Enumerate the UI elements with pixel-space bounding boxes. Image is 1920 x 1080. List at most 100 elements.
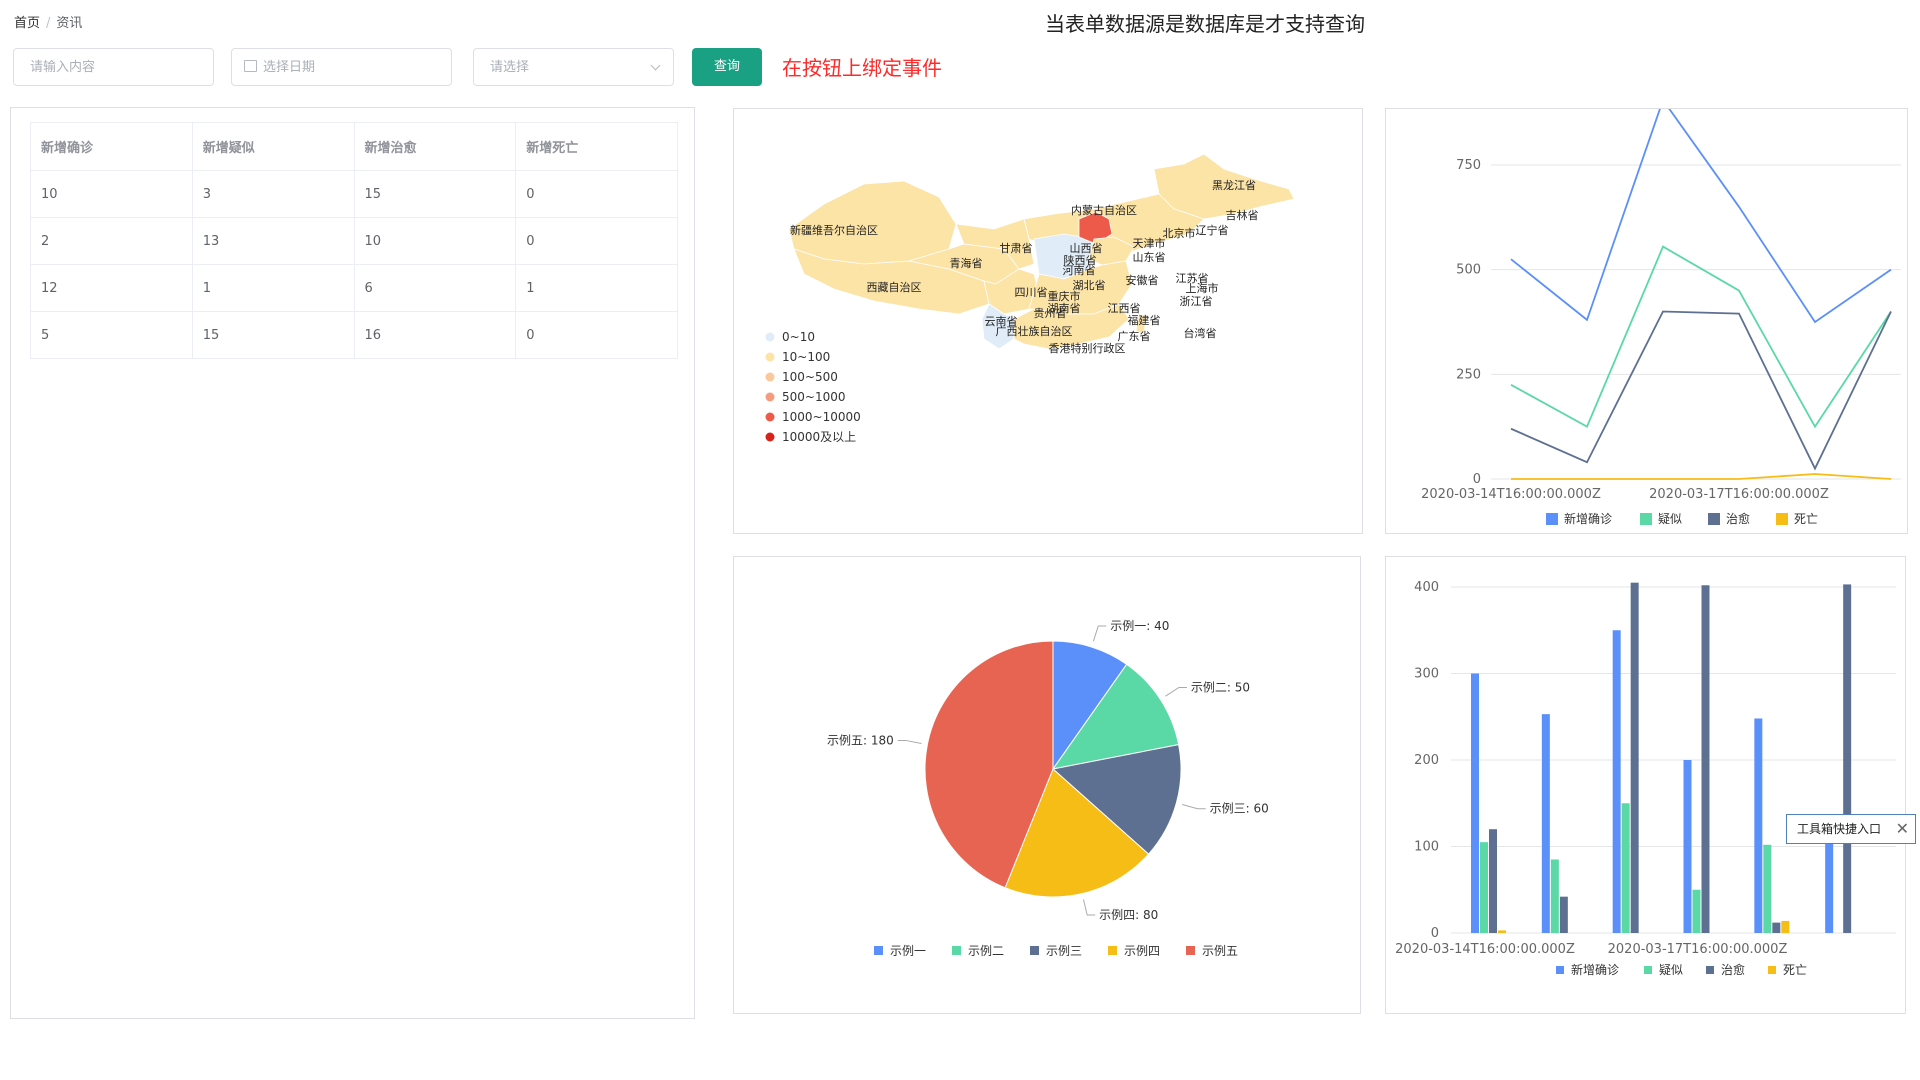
table-cell: 15	[353, 170, 517, 218]
legend-label[interactable]: 新增确诊	[1564, 511, 1612, 526]
legend-label[interactable]: 500~1000	[782, 390, 846, 404]
slice-label-line	[1165, 686, 1187, 697]
bar[interactable]	[1754, 718, 1763, 933]
bar[interactable]	[1692, 889, 1701, 933]
legend-label[interactable]: 100~500	[782, 370, 838, 384]
legend-marker[interactable]	[765, 332, 775, 342]
series-line[interactable]	[1510, 245, 1892, 429]
legend-marker[interactable]	[1706, 966, 1714, 974]
series-line[interactable]	[1510, 310, 1892, 471]
breadcrumb-home[interactable]: 首页	[14, 16, 40, 31]
calendar-icon	[244, 60, 257, 72]
map-label: 河南省	[1063, 264, 1096, 277]
data-table: 新增确诊 新增疑似 新增治愈 新增死亡 10 3 15 0 2 13 10 0 …	[30, 122, 678, 359]
legend-marker[interactable]	[1556, 966, 1564, 974]
bar[interactable]	[1621, 803, 1630, 933]
legend-marker[interactable]	[1644, 966, 1652, 974]
legend-marker[interactable]	[1640, 513, 1652, 525]
legend-label[interactable]: 示例二	[968, 944, 1004, 958]
legend-label[interactable]: 0~10	[782, 330, 815, 344]
legend-marker[interactable]	[1546, 513, 1558, 525]
series-line[interactable]	[1510, 98, 1892, 324]
map-region-xinjiang[interactable]	[788, 180, 957, 265]
y-tick-label: 200	[1414, 753, 1439, 768]
table-row[interactable]: 10 3 15 0	[30, 170, 678, 218]
pie-chart[interactable]: 示例一: 40 示例二: 50 示例三: 60 示例四: 80 示例五: 180 示例一 示…	[734, 557, 1360, 1013]
table-row[interactable]: 12 1 6 1	[30, 264, 678, 312]
legend-marker[interactable]	[874, 946, 883, 955]
bar[interactable]	[1781, 920, 1790, 933]
legend-label[interactable]: 死亡	[1794, 512, 1818, 526]
table-cell: 5	[30, 311, 193, 359]
bar[interactable]	[1559, 896, 1568, 933]
query-button[interactable]: 查询	[692, 48, 762, 86]
legend-marker[interactable]	[1776, 513, 1788, 525]
column-header[interactable]: 新增确诊	[30, 122, 193, 171]
map-label: 香港特别行政区	[1049, 341, 1126, 355]
bar[interactable]	[1843, 584, 1852, 933]
x-tick-label: 2020-03-14T16:00:00.000Z	[1395, 942, 1575, 957]
table-panel: 新增确诊 新增疑似 新增治愈 新增死亡 10 3 15 0 2 13 10 0 …	[10, 107, 695, 1019]
legend-marker[interactable]	[765, 432, 775, 442]
bar[interactable]	[1612, 630, 1621, 933]
legend-label[interactable]: 治愈	[1721, 962, 1745, 977]
map-label: 山东省	[1133, 251, 1166, 264]
select-dropdown[interactable]: 请选择	[473, 48, 674, 86]
legend-marker[interactable]	[765, 372, 775, 382]
legend-label[interactable]: 新增确诊	[1571, 962, 1619, 977]
toolbox-tooltip[interactable]: 工具箱快捷入口 ✕	[1786, 814, 1916, 844]
bar[interactable]	[1471, 673, 1479, 934]
legend-marker[interactable]	[952, 946, 961, 955]
close-icon[interactable]: ✕	[1896, 815, 1909, 843]
slice-label-line	[897, 739, 922, 744]
legend-label[interactable]: 示例三	[1046, 944, 1082, 958]
x-tick-label: 2020-03-17T16:00:00.000Z	[1608, 942, 1788, 957]
legend-marker[interactable]	[1708, 513, 1720, 525]
bar[interactable]	[1541, 714, 1550, 933]
legend-label[interactable]: 示例五	[1202, 944, 1238, 958]
table-row[interactable]: 5 15 16 0	[30, 311, 678, 359]
legend-label[interactable]: 10~100	[782, 350, 830, 364]
legend-label[interactable]: 治愈	[1726, 511, 1750, 526]
bar[interactable]	[1550, 859, 1559, 933]
bar[interactable]	[1683, 760, 1692, 933]
legend-marker[interactable]	[1768, 966, 1776, 974]
bar[interactable]	[1825, 842, 1834, 933]
legend-label[interactable]: 1000~10000	[782, 410, 861, 424]
date-picker[interactable]: 选择日期	[231, 48, 452, 86]
legend-marker[interactable]	[1186, 946, 1195, 955]
legend-label[interactable]: 疑似	[1658, 511, 1682, 526]
legend-marker[interactable]	[1108, 946, 1117, 955]
table-cell: 6	[353, 264, 517, 312]
bar[interactable]	[1701, 585, 1710, 933]
legend-label[interactable]: 10000及以上	[782, 430, 856, 444]
map-label: 贵州省	[1034, 307, 1067, 320]
bar[interactable]	[1489, 829, 1497, 933]
bar[interactable]	[1630, 582, 1639, 933]
map-label: 辽宁省	[1196, 223, 1229, 237]
legend-marker[interactable]	[765, 412, 775, 422]
legend-marker[interactable]	[765, 352, 775, 362]
select-placeholder: 请选择	[490, 60, 530, 75]
legend-label[interactable]: 死亡	[1783, 963, 1807, 977]
line-chart[interactable]: 0 250 500 750 2020-03-14T16:00:00.000Z 2020-0…	[1386, 98, 1907, 533]
bar[interactable]	[1763, 844, 1772, 933]
column-header[interactable]: 新增死亡	[515, 122, 678, 171]
legend-label[interactable]: 示例四	[1124, 944, 1160, 958]
map-legend[interactable]: 0~10 10~100 100~500 500~1000 1000~10000 10000…	[765, 330, 861, 444]
series-line[interactable]	[1511, 473, 1892, 480]
bar[interactable]	[1498, 930, 1506, 933]
column-header[interactable]: 新增疑似	[191, 122, 355, 171]
legend-label[interactable]: 疑似	[1659, 962, 1683, 977]
search-input[interactable]: 请输入内容	[13, 48, 214, 86]
legend-marker[interactable]	[765, 392, 775, 402]
column-header[interactable]: 新增治愈	[353, 122, 517, 171]
bar[interactable]	[1772, 922, 1781, 933]
legend-label[interactable]: 示例一	[890, 944, 926, 958]
bar[interactable]	[1480, 842, 1488, 933]
table-row[interactable]: 2 13 10 0	[30, 217, 678, 265]
bar-chart[interactable]: 0 100 200 300 400 2020-03-14T16:00:00.000Z 202…	[1386, 557, 1905, 1013]
page-headline: 当表单数据源是数据库是才支持查询	[1045, 12, 1365, 36]
china-map[interactable]: 黑龙江省吉林省辽宁省内蒙古自治区北京市天津市新疆维吾尔自治区甘肃省青海省山西省陕…	[734, 109, 1362, 533]
legend-marker[interactable]	[1030, 946, 1039, 955]
